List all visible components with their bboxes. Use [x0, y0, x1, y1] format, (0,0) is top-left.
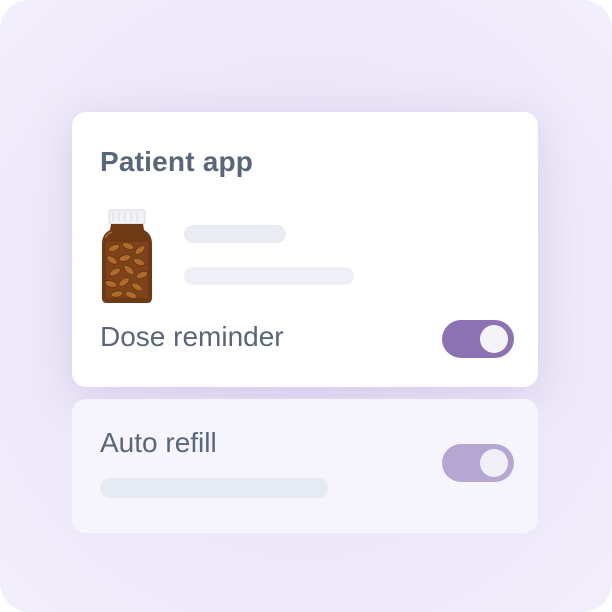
- toggle-knob: [480, 325, 508, 353]
- placeholder-line: [100, 478, 328, 498]
- placeholder-line-short: [184, 225, 286, 243]
- dose-reminder-toggle[interactable]: [442, 320, 514, 358]
- pill-bottle-image: [102, 209, 152, 303]
- placeholder-line-long: [184, 267, 354, 285]
- auto-refill-label: Auto refill: [100, 427, 217, 458]
- dose-reminder-label: Dose reminder: [100, 321, 284, 352]
- toggle-knob: [480, 449, 508, 477]
- card-title: Patient app: [100, 146, 254, 177]
- app-frame: Patient app Dose reminder Auto refill: [0, 0, 612, 612]
- auto-refill-toggle[interactable]: [442, 444, 514, 482]
- patient-app-card: Patient app Dose reminder: [72, 112, 538, 387]
- auto-refill-card: Auto refill: [72, 399, 538, 533]
